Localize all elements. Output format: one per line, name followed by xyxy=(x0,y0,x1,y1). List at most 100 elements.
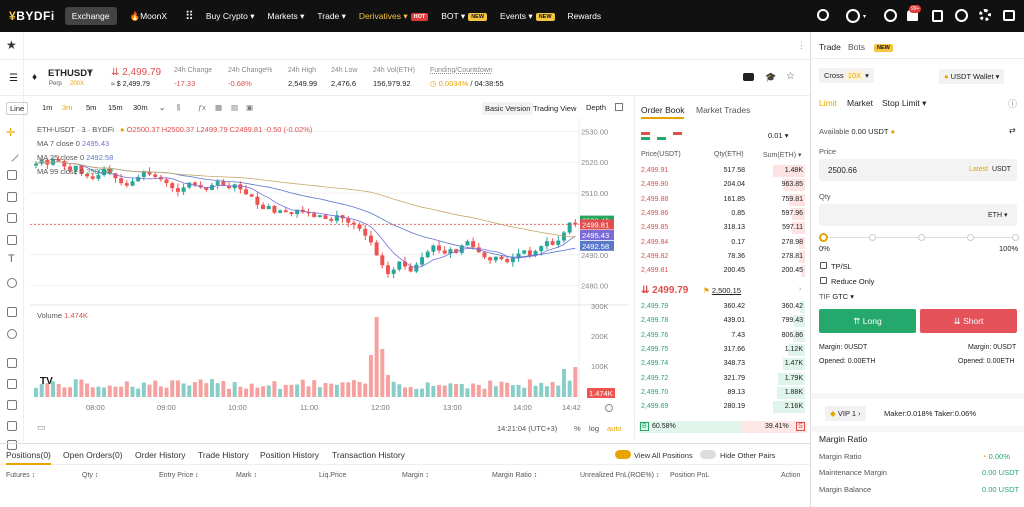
crosshair-icon[interactable]: ✛ xyxy=(6,126,16,139)
price-input[interactable]: 2500.66 Latest USDT xyxy=(819,159,1017,181)
order-type-limit[interactable]: Limit xyxy=(819,98,837,108)
help-icon[interactable]: ⓘ xyxy=(1008,97,1017,110)
positions-column-header[interactable]: Action xyxy=(781,472,800,479)
tif-select[interactable]: TIF GTC ▾ xyxy=(819,292,854,301)
calendar-icon[interactable]: ▭ xyxy=(37,422,46,433)
slider-tick[interactable] xyxy=(869,234,876,241)
apps-grid-icon[interactable]: ⠿ xyxy=(185,9,194,23)
symbol-dropdown-icon[interactable]: ▾ xyxy=(88,68,92,77)
settings-icon[interactable]: ▤ xyxy=(231,103,238,112)
interval-15m[interactable]: 15m xyxy=(108,103,123,112)
order-type-market[interactable]: Market xyxy=(847,98,873,108)
positions-column-header[interactable]: Unrealized PnL(ROE%) ↕ xyxy=(580,472,659,479)
nav-rewards[interactable]: Rewards xyxy=(568,11,602,21)
emoji-icon[interactable] xyxy=(7,278,17,288)
tab-positions[interactable]: Positions(0) xyxy=(6,450,51,465)
fullscreen-icon[interactable] xyxy=(615,103,623,111)
wallet-select[interactable]: ● USDT Wallet ▾ xyxy=(939,69,1005,84)
qty-unit-select[interactable]: ETH ▾ xyxy=(988,211,1007,219)
ask-row[interactable]: 2,499.82 78.36 278.81 xyxy=(635,250,811,264)
interval-30m[interactable]: 30m xyxy=(133,103,148,112)
pitchfork-icon[interactable] xyxy=(7,192,17,202)
positions-column-header[interactable]: Futures ↕ xyxy=(6,472,35,479)
tpsl-checkbox[interactable] xyxy=(820,262,827,269)
ruler-icon[interactable] xyxy=(7,307,17,317)
reduce-only-checkbox[interactable] xyxy=(820,277,827,284)
tab-open-orders[interactable]: Open Orders(0) xyxy=(63,450,123,460)
interval-1m[interactable]: 1m xyxy=(42,103,52,112)
interval-5m[interactable]: 5m xyxy=(86,103,96,112)
wallet-icon[interactable] xyxy=(846,9,860,23)
ask-row[interactable]: 2,499.90 204.04 963.85 xyxy=(635,178,811,192)
nav-exchange[interactable]: Exchange xyxy=(64,7,117,25)
indicators-icon[interactable]: ƒx xyxy=(198,103,206,112)
nav-markets[interactable]: Markets ▾ xyxy=(268,11,305,22)
book-both-icon[interactable] xyxy=(641,132,650,140)
bid-row[interactable]: 2,499.74 348.73 1.47K xyxy=(635,357,811,371)
favorite-star-icon[interactable]: ☆ xyxy=(786,71,795,82)
interval-more-icon[interactable]: ⌄ xyxy=(159,103,165,112)
mode-icon[interactable] xyxy=(743,73,754,81)
gear-icon[interactable] xyxy=(979,9,991,21)
tab-order-history[interactable]: Order History xyxy=(135,450,186,460)
short-button[interactable]: ⇊ Short xyxy=(920,309,1017,333)
bid-row[interactable]: 2,499.76 7.43 806.86 xyxy=(635,329,811,343)
nav-bot[interactable]: BOT ▾ NEW xyxy=(441,11,488,22)
bid-row[interactable]: 2,499.72 321.79 1.79K xyxy=(635,372,811,386)
tab-order-book[interactable]: Order Book xyxy=(641,105,685,119)
magnet-icon[interactable] xyxy=(7,358,17,368)
add-funds-icon[interactable]: ● xyxy=(890,127,895,136)
book-asks-icon[interactable] xyxy=(673,132,682,140)
nav-events[interactable]: Events ▾ NEW xyxy=(500,11,555,22)
vip-badge[interactable]: ◆ VIP 1 › xyxy=(825,406,866,421)
lock-drawings-icon[interactable] xyxy=(7,379,17,389)
download-icon[interactable] xyxy=(932,10,943,22)
qty-slider-handle[interactable] xyxy=(819,233,828,242)
bid-row[interactable]: 2,499.75 317.66 1.12K xyxy=(635,343,811,357)
chevron-right-icon[interactable]: › xyxy=(799,286,801,293)
compare-icon[interactable]: ▦ xyxy=(215,103,222,112)
nav-trade[interactable]: Trade ▾ xyxy=(317,11,346,22)
order-type-stop-limit[interactable]: Stop Limit ▾ xyxy=(882,98,926,109)
log-toggle[interactable]: log xyxy=(589,424,599,433)
symbol-name[interactable]: ETHUSDT xyxy=(48,68,93,79)
auto-toggle[interactable]: auto xyxy=(607,424,622,433)
search-icon[interactable] xyxy=(817,9,829,21)
nav-derivatives[interactable]: Derivatives ▾ HOT xyxy=(359,11,429,22)
user-icon[interactable] xyxy=(884,9,897,22)
ask-row[interactable]: 2,499.91 517.58 1.48K xyxy=(635,164,811,178)
price-chart[interactable]: 2530.002520.002510.002500.002490.002480.… xyxy=(24,118,634,438)
bid-row[interactable]: 2,499.70 89.13 1.88K xyxy=(635,386,811,400)
tab-transaction-history[interactable]: Transaction History xyxy=(332,450,405,460)
tab-bots[interactable]: Bots xyxy=(848,42,865,52)
positions-column-header[interactable]: Mark ↕ xyxy=(236,472,257,479)
bid-row[interactable]: 2,499.79 360.42 360.42 xyxy=(635,300,811,314)
globe-icon[interactable] xyxy=(955,9,968,22)
wallet-chevron-icon[interactable]: ▾ xyxy=(863,13,866,20)
lock-icon[interactable] xyxy=(7,400,17,410)
tab-trade[interactable]: Trade xyxy=(819,42,841,52)
interval-3m[interactable]: 3m xyxy=(62,103,72,112)
tab-position-history[interactable]: Position History xyxy=(260,450,319,460)
bid-row[interactable]: 2,499.78 439.01 799.43 xyxy=(635,314,811,328)
positions-column-header[interactable]: Margin ↕ xyxy=(402,472,429,479)
positions-column-header[interactable]: Entry Price ↕ xyxy=(159,472,199,479)
view-all-toggle[interactable] xyxy=(615,450,631,459)
ask-row[interactable]: 2,499.86 0.85 597.96 xyxy=(635,207,811,221)
book-bids-icon[interactable] xyxy=(657,132,666,140)
trading-view-button[interactable]: Trading View xyxy=(530,102,579,115)
eye-icon[interactable] xyxy=(7,421,17,431)
depth-button[interactable]: Depth xyxy=(586,103,606,112)
nav-moonx[interactable]: 🔥MoonX xyxy=(130,11,168,22)
slider-tick[interactable] xyxy=(1012,234,1019,241)
positions-column-header[interactable]: Liq.Price xyxy=(319,472,346,479)
interval-line[interactable]: Line xyxy=(6,102,29,115)
candle-type-icon[interactable]: ⫼ xyxy=(177,103,180,113)
logo[interactable]: ¥BYDFi xyxy=(9,9,55,23)
camera-icon[interactable]: ▣ xyxy=(246,103,253,112)
graduation-cap-icon[interactable]: 🎓 xyxy=(765,72,776,83)
trendline-icon[interactable] xyxy=(4,147,20,163)
transfer-icon[interactable]: ⇄ xyxy=(1009,126,1016,135)
positions-column-header[interactable]: Position PnL xyxy=(670,472,709,479)
latest-button[interactable]: Latest xyxy=(969,166,988,173)
